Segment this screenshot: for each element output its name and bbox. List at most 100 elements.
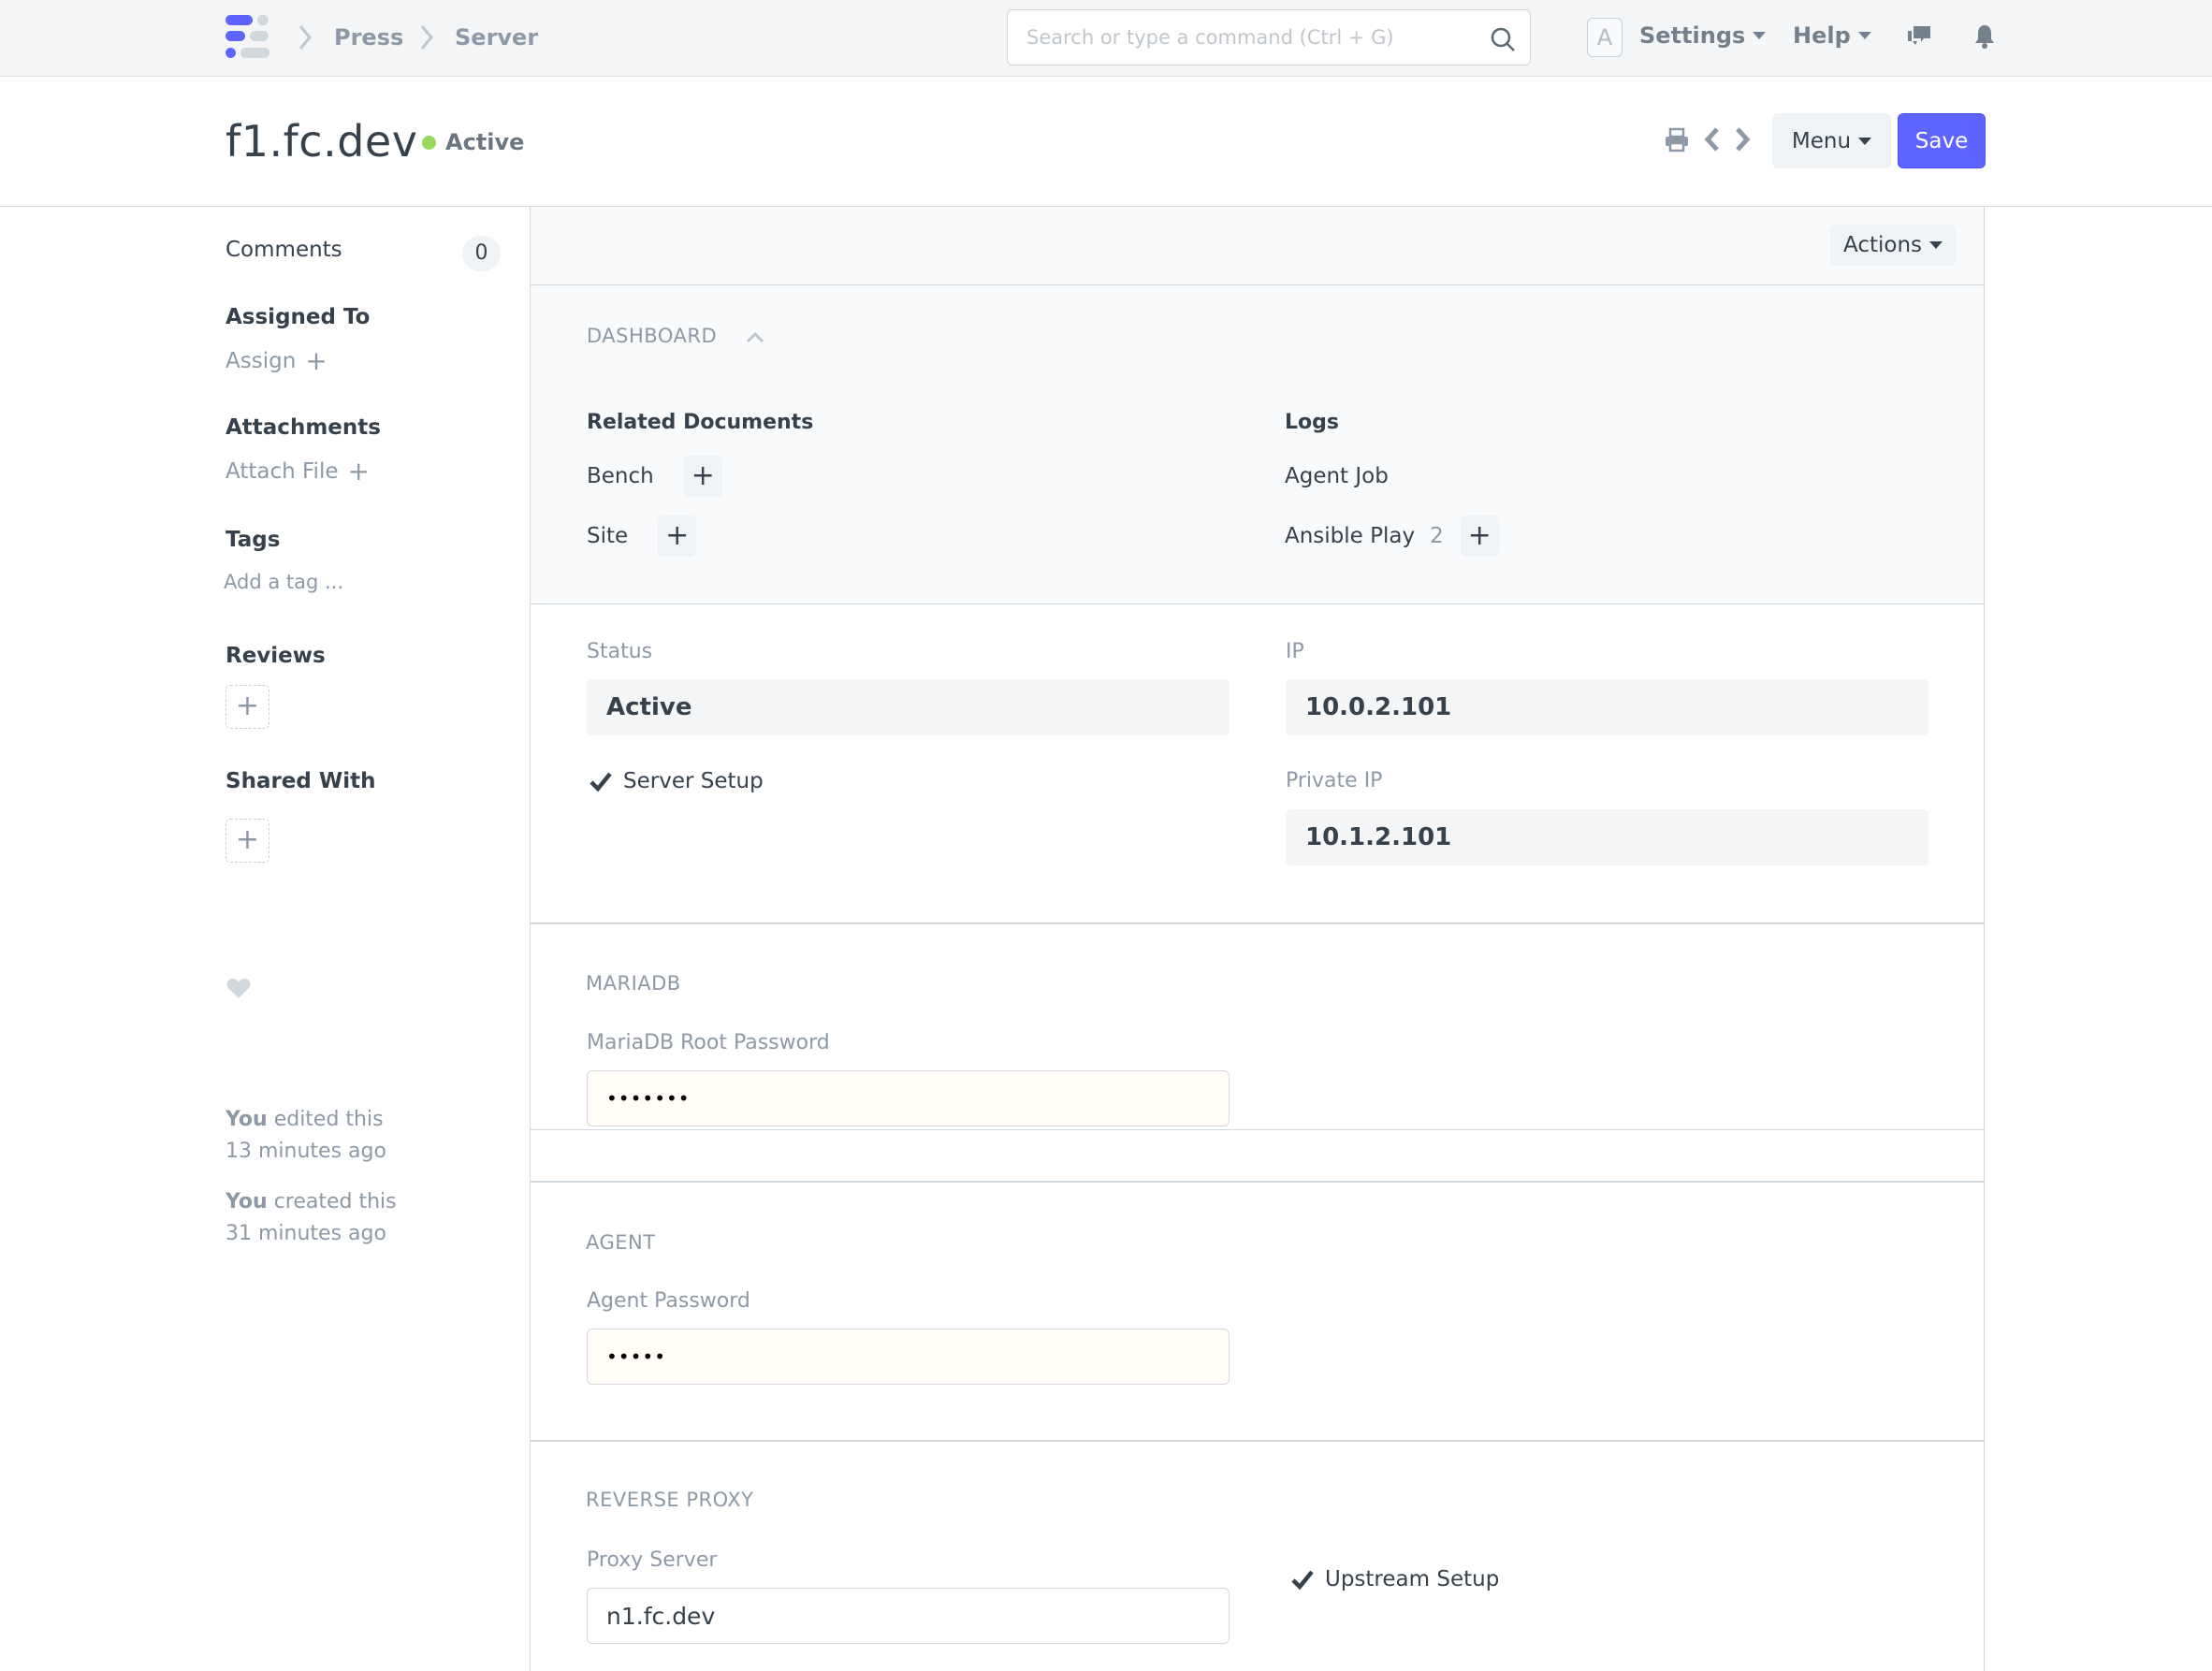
actions-button[interactable]: Actions xyxy=(1829,225,1956,266)
add-review-button[interactable]: + xyxy=(226,685,269,729)
check-icon xyxy=(1291,1570,1314,1590)
timeline-action: edited this xyxy=(273,1108,384,1131)
form-toolbar: Actions xyxy=(531,207,1984,285)
status-dot-icon xyxy=(422,135,436,150)
search-input[interactable] xyxy=(1026,22,1476,53)
add-share-button[interactable]: + xyxy=(226,819,269,863)
chevron-up-icon[interactable] xyxy=(745,330,765,343)
plus-icon: + xyxy=(235,823,260,856)
help-dropdown[interactable]: Help xyxy=(1793,22,1871,49)
upstream-setup-checkbox[interactable]: Upstream Setup xyxy=(1291,1567,1499,1591)
comments-link[interactable]: Comments xyxy=(226,238,342,262)
proxy-server-label: Proxy Server xyxy=(587,1548,718,1572)
print-icon[interactable] xyxy=(1664,125,1690,153)
status-indicator: Active xyxy=(422,129,524,155)
server-setup-label: Server Setup xyxy=(623,769,764,793)
menu-button[interactable]: Menu xyxy=(1772,113,1891,168)
ansible-play-count: 2 xyxy=(1430,524,1444,548)
help-label: Help xyxy=(1793,22,1851,49)
actions-label: Actions xyxy=(1842,233,1922,257)
private-ip-label: Private IP xyxy=(1286,769,1383,792)
timeline-item: You created this 31 minutes ago xyxy=(226,1186,397,1250)
related-documents-heading: Related Documents xyxy=(587,411,814,434)
attach-file-button[interactable]: Attach File + xyxy=(226,458,370,485)
caret-down-icon xyxy=(1857,32,1871,39)
status-label: Active xyxy=(445,129,525,155)
add-tag-button[interactable]: Add a tag ... xyxy=(224,571,343,593)
reviews-heading: Reviews xyxy=(226,644,326,668)
proxy-server-input[interactable] xyxy=(587,1588,1230,1644)
private-ip-value: 10.1.2.101 xyxy=(1286,809,1928,865)
caret-down-icon xyxy=(1858,137,1872,145)
dashboard-link-ansible-play: Ansible Play 2 + xyxy=(1285,516,1499,557)
caret-down-icon xyxy=(1753,32,1767,39)
agent-password-input[interactable] xyxy=(587,1329,1230,1385)
next-icon[interactable] xyxy=(1733,125,1752,153)
details-fields: Status Active Server Setup IP 10.0.2.101… xyxy=(530,604,1985,923)
assign-button[interactable]: Assign + xyxy=(226,348,327,374)
page-head: f1.fc.dev Active Menu Save xyxy=(0,77,2212,207)
add-bench-button[interactable]: + xyxy=(683,456,722,497)
mariadb-root-password-input[interactable] xyxy=(587,1070,1230,1126)
ansible-play-link[interactable]: Ansible Play xyxy=(1285,524,1415,548)
chat-icon[interactable] xyxy=(1905,22,1933,51)
timeline-user: You xyxy=(226,1190,268,1213)
assigned-to-heading: Assigned To xyxy=(226,305,371,329)
comments-count-badge: 0 xyxy=(462,236,501,271)
upstream-setup-label: Upstream Setup xyxy=(1325,1567,1500,1591)
status-value: Active xyxy=(587,679,1230,735)
search-box xyxy=(1007,9,1531,65)
assign-label: Assign xyxy=(226,349,297,373)
timeline-time: 13 minutes ago xyxy=(226,1140,386,1163)
timeline-user: You xyxy=(226,1108,268,1131)
agent-password-label: Agent Password xyxy=(587,1289,750,1313)
logs-heading: Logs xyxy=(1285,411,1339,434)
check-icon xyxy=(589,772,612,792)
menu-label: Menu xyxy=(1791,128,1852,153)
chevron-right-icon xyxy=(298,25,312,50)
shared-with-heading: Shared With xyxy=(226,769,376,793)
dashboard-link-agent-job: Agent Job xyxy=(1285,456,1389,497)
attach-file-label: Attach File xyxy=(226,459,339,484)
previous-icon[interactable] xyxy=(1703,125,1722,153)
navbar: Press Server A Settings Help xyxy=(0,0,2212,77)
bench-link[interactable]: Bench xyxy=(587,464,654,488)
breadcrumb-press[interactable]: Press xyxy=(334,24,403,51)
attachments-heading: Attachments xyxy=(226,415,381,440)
agent-title: AGENT xyxy=(586,1231,656,1254)
plus-icon: + xyxy=(347,456,370,487)
app-logo[interactable] xyxy=(226,15,272,60)
agent-job-link[interactable]: Agent Job xyxy=(1285,464,1389,488)
timeline-action: created this xyxy=(273,1190,397,1213)
breadcrumb-server[interactable]: Server xyxy=(455,24,538,51)
agent-section: AGENT Agent Password xyxy=(530,1183,1985,1441)
dashboard-section: DASHBOARD Related Documents Bench + Site… xyxy=(531,285,1984,604)
settings-dropdown[interactable]: Settings xyxy=(1639,22,1767,49)
ip-label: IP xyxy=(1286,640,1304,663)
dashboard-link-bench: Bench + xyxy=(587,456,722,497)
status-label: Status xyxy=(587,640,653,663)
bell-icon[interactable] xyxy=(1971,22,1999,51)
save-button[interactable]: Save xyxy=(1898,113,1986,168)
plus-icon: + xyxy=(305,345,327,376)
add-site-button[interactable]: + xyxy=(658,516,697,557)
ip-value: 10.0.2.101 xyxy=(1286,679,1928,735)
site-link[interactable]: Site xyxy=(587,524,628,548)
add-ansible-play-button[interactable]: + xyxy=(1460,516,1499,557)
timeline-time: 31 minutes ago xyxy=(226,1222,386,1245)
heart-icon[interactable] xyxy=(226,977,251,999)
timeline-item: You edited this 13 minutes ago xyxy=(226,1104,386,1168)
dashboard-title[interactable]: DASHBOARD xyxy=(587,325,717,347)
mariadb-section: MARIADB MariaDB Root Password xyxy=(530,923,1985,1182)
reverse-proxy-title: REVERSE PROXY xyxy=(586,1489,754,1511)
mariadb-title: MARIADB xyxy=(586,972,681,995)
reverse-proxy-section: REVERSE PROXY Proxy Server Upstream Setu… xyxy=(530,1442,1985,1671)
tags-heading: Tags xyxy=(226,528,281,552)
avatar[interactable]: A xyxy=(1587,18,1623,57)
search-icon[interactable] xyxy=(1489,25,1517,53)
settings-label: Settings xyxy=(1639,22,1746,49)
mariadb-root-password-label: MariaDB Root Password xyxy=(587,1031,830,1054)
caret-down-icon xyxy=(1929,241,1943,249)
page-title: f1.fc.dev xyxy=(226,116,418,167)
server-setup-checkbox[interactable]: Server Setup xyxy=(589,769,764,793)
